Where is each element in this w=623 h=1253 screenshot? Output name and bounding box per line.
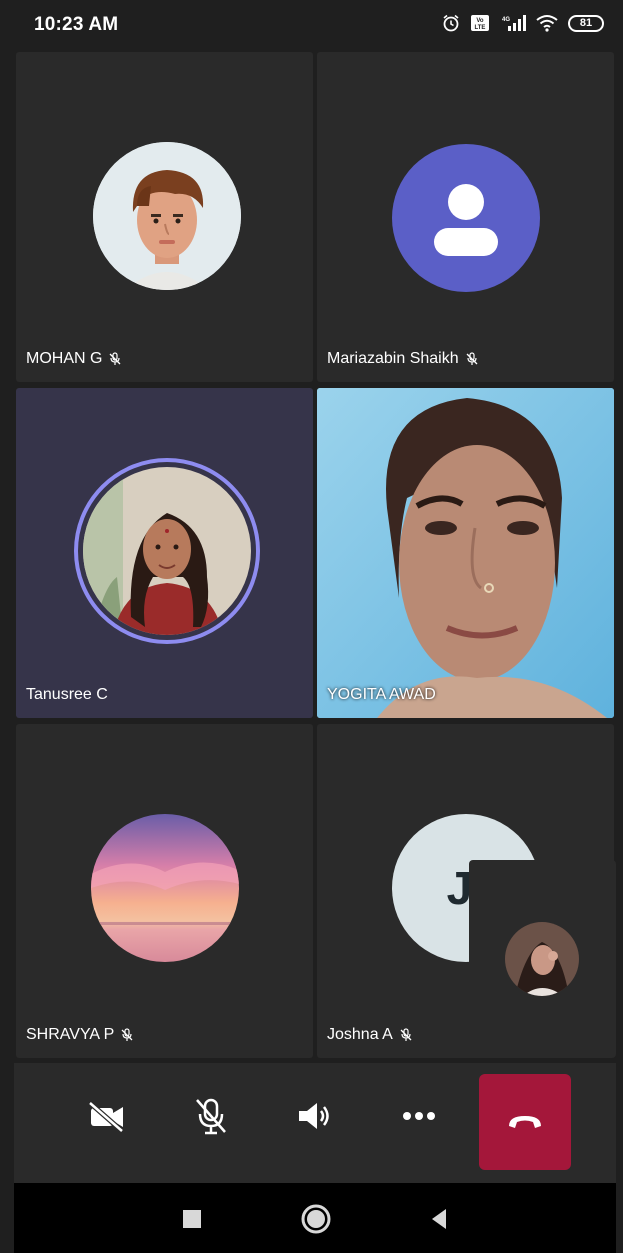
status-time: 10:23 AM — [34, 14, 119, 35]
mic-off-icon — [196, 1098, 226, 1135]
participant-name: Tanusree C — [26, 686, 108, 703]
participant-name: YOGITA AWAD — [327, 686, 436, 703]
participant-name-row: SHRAVYA P — [26, 1026, 134, 1044]
muted-mic-icon — [109, 352, 121, 365]
self-view-preview[interactable] — [469, 860, 616, 1058]
wifi-icon — [536, 15, 558, 32]
participant-tile-tanusree[interactable]: Tanusree C — [16, 388, 313, 718]
generic-person-avatar — [392, 144, 540, 292]
phone-screen: 10:23 AM Vo LTE 4G 81 MOHAN G Mariazabin… — [14, 0, 616, 1253]
participant-name: MOHAN G — [26, 350, 103, 367]
participant-name: SHRAVYA P — [26, 1026, 115, 1043]
participant-tile-mariazabin[interactable]: Mariazabin Shaikh — [317, 52, 614, 382]
participant-name-row: MOHAN G — [26, 350, 122, 368]
participant-tile-mohan[interactable]: MOHAN G — [16, 52, 313, 382]
alarm-icon — [443, 14, 459, 32]
participant-tile-shravya[interactable]: SHRAVYA P — [16, 724, 313, 1058]
call-controls-bar — [14, 1063, 616, 1183]
back-icon[interactable] — [428, 1207, 450, 1231]
recents-icon[interactable] — [181, 1208, 203, 1230]
more-icon — [403, 1112, 435, 1120]
home-icon[interactable] — [300, 1203, 332, 1235]
photo-avatar — [83, 467, 251, 635]
participant-tile-yogita[interactable]: YOGITA AWAD — [317, 388, 614, 718]
muted-mic-icon — [466, 352, 478, 365]
sunset-photo-avatar — [91, 814, 239, 962]
video-off-icon — [88, 1101, 124, 1132]
muted-mic-icon — [400, 1028, 412, 1041]
speaker-icon — [299, 1103, 329, 1129]
signal-4g-icon: 4G — [502, 15, 526, 31]
participant-name-row: YOGITA AWAD — [327, 686, 436, 704]
hang-up-button[interactable] — [479, 1074, 571, 1170]
hang-up-icon — [509, 1116, 541, 1128]
volte-icon: Vo LTE — [471, 15, 489, 31]
illustrated-face-avatar — [93, 142, 241, 290]
participant-name-row: Joshna A — [327, 1026, 413, 1044]
system-nav-bar — [14, 1183, 616, 1253]
svg-text:4G: 4G — [502, 17, 510, 23]
self-avatar — [505, 922, 579, 996]
toggle-video-button[interactable] — [72, 1081, 142, 1151]
participant-name: Joshna A — [327, 1026, 393, 1043]
more-options-button[interactable] — [384, 1081, 454, 1151]
svg-text:Vo: Vo — [476, 18, 484, 24]
status-icons: Vo LTE 4G 81 — [442, 14, 604, 32]
toggle-mic-button[interactable] — [176, 1081, 246, 1151]
live-video — [317, 388, 614, 718]
svg-text:LTE: LTE — [475, 25, 486, 31]
speaker-button[interactable] — [280, 1081, 350, 1151]
status-bar: 10:23 AM Vo LTE 4G 81 — [14, 0, 616, 52]
battery-icon: 81 — [568, 14, 604, 32]
participant-name-row: Tanusree C — [26, 686, 108, 704]
muted-mic-icon — [121, 1028, 133, 1041]
participant-name: Mariazabin Shaikh — [327, 350, 459, 367]
participant-name-row: Mariazabin Shaikh — [327, 350, 479, 368]
